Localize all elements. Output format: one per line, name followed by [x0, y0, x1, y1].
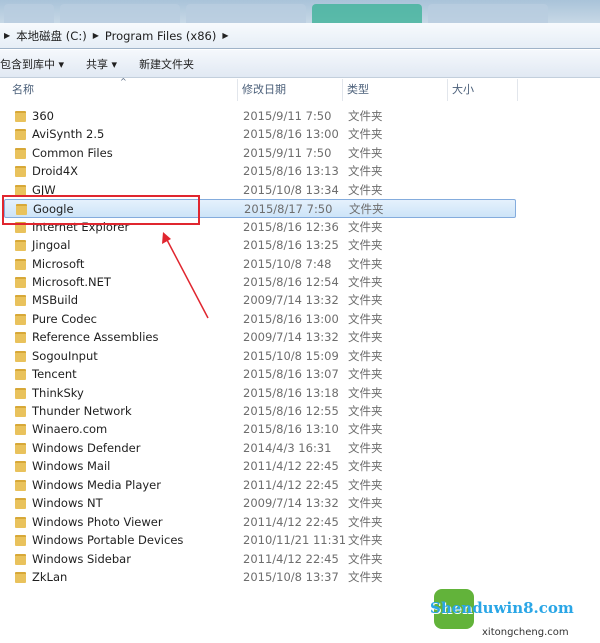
- watermark-brand: Shenduwin8.com: [430, 599, 574, 617]
- watermark: Shenduwin8.com xitongcheng.com: [430, 585, 598, 643]
- watermark-sub: xitongcheng.com: [482, 627, 569, 638]
- annotation-arrow: [162, 232, 209, 319]
